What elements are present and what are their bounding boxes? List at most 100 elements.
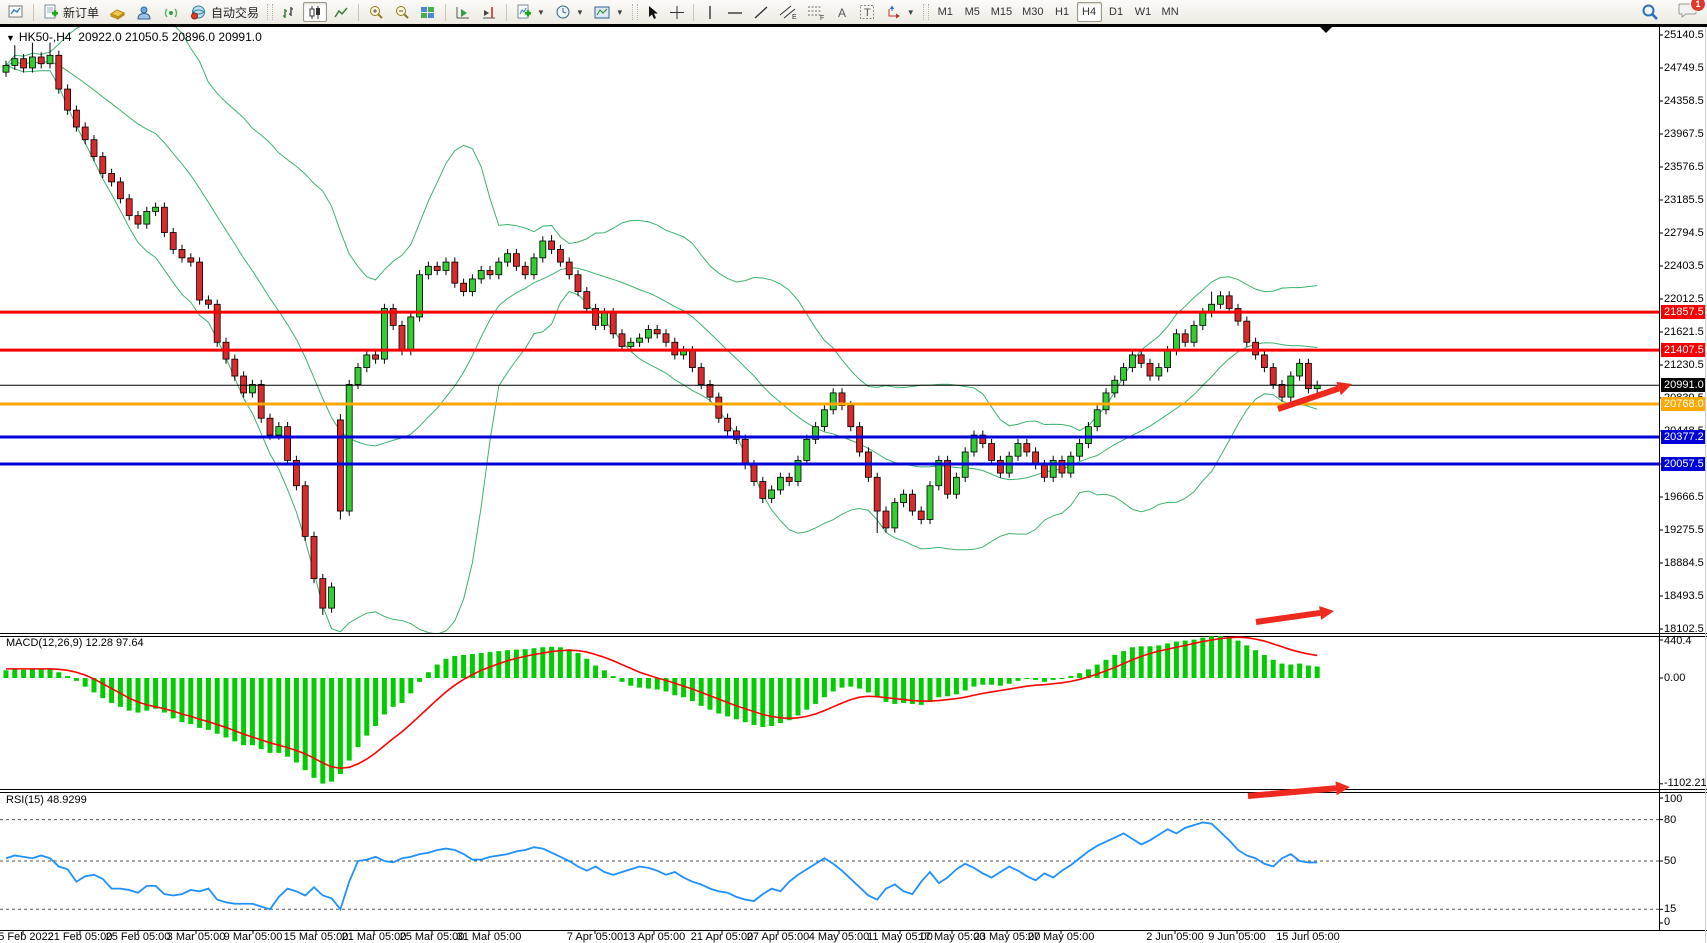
new-order-label: 新订单 [63,4,99,21]
auto-trading-button[interactable]: 自动交易 [186,2,263,22]
chart-shift-icon [481,5,497,20]
zoom-out-icon [394,4,410,20]
candlesticks [3,43,1320,615]
chart-canvas[interactable] [0,0,1707,943]
chart-window-top-border [0,24,1707,27]
text-label-tool-button[interactable]: T [855,2,880,22]
account-button[interactable] [132,2,157,22]
template-icon [594,5,611,20]
timeframe-M15[interactable]: M15 [987,2,1016,22]
signal-waves-icon [163,5,180,20]
dropdown-arrow-icon: ▼ [907,8,915,17]
svg-text:F: F [820,15,824,20]
clock-icon [555,4,571,20]
notification-badge: 1 [1690,0,1706,12]
dropdown-arrow-icon: ▼ [537,8,545,17]
crosshair-tool-button[interactable] [666,2,688,22]
bar-chart-mode-button[interactable] [277,2,301,22]
macd-signal-line [6,637,1317,768]
svg-text:A: A [838,6,846,20]
timeframe-H4[interactable]: H4 [1077,2,1102,22]
fibonacci-tool-button[interactable]: F [803,2,829,22]
gold-box-icon [109,5,126,20]
vertical-line-icon [704,5,716,20]
line-chart-mode-button[interactable] [329,2,353,22]
notifications-button[interactable]: 1 [1678,1,1698,23]
search-icon [1641,3,1659,21]
rsi-pane [0,820,1659,910]
timeframe-MN[interactable]: MN [1158,2,1183,22]
rsi-line [6,822,1317,909]
add-indicator-icon [516,4,532,20]
search-button[interactable] [1637,2,1663,22]
chart-shift-marker[interactable] [1320,27,1332,33]
text-icon: A [835,5,849,20]
zoom-in-button[interactable] [364,2,388,22]
chart-shift-button[interactable] [477,2,501,22]
annotation-arrow[interactable] [1248,781,1350,796]
horizontal-line-icon [727,5,743,20]
line-chart-icon [333,5,349,20]
zoom-in-icon [368,4,384,20]
timeframe-H1[interactable]: H1 [1050,2,1075,22]
toolbar-separator [445,4,446,21]
equidistant-channel-icon: E [779,4,797,20]
toolbar-separator [358,4,359,21]
text-tool-button[interactable]: A [831,2,853,22]
tile-windows-icon [420,5,436,20]
svg-text:T: T [864,7,871,19]
timeframe-group: M1M5M15M30H1H4D1W1MN [932,2,1184,22]
auto-trading-icon [190,5,207,20]
auto-scroll-icon [455,5,471,20]
tile-windows-button[interactable] [416,2,440,22]
auto-scroll-button[interactable] [451,2,475,22]
fibonacci-icon: F [807,4,825,20]
timeframe-M5[interactable]: M5 [960,2,985,22]
indicators-button[interactable]: ▼ [512,2,549,22]
trendline-tool-button[interactable] [749,2,773,22]
channel-tool-button[interactable]: E [775,2,801,22]
history-center-button[interactable] [105,2,130,22]
timeframe-W1[interactable]: W1 [1131,2,1156,22]
candlestick-mode-button[interactable] [303,2,327,22]
auto-trading-label: 自动交易 [211,4,259,21]
toolbar-grip [267,4,273,20]
macd-pane [4,636,1320,784]
chart-window-icon [8,4,24,20]
signal-button[interactable] [159,2,184,22]
toolbar-separator [693,4,694,21]
ohlc-bars-icon [281,5,297,20]
text-label-icon: T [859,4,876,20]
horizontal-price-lines[interactable] [0,312,1659,464]
chart-window-button[interactable] [4,2,28,22]
svg-text:E: E [792,14,797,20]
toolbar-grip [923,4,929,20]
crosshair-icon [670,5,684,20]
cursor-tool-button[interactable] [642,2,664,22]
new-order-icon [43,4,59,20]
toolbar-right-group: 1 [1636,1,1698,23]
annotation-arrow[interactable] [1256,606,1334,622]
new-order-button[interactable]: 新订单 [39,2,103,22]
zoom-out-button[interactable] [390,2,414,22]
dropdown-arrow-icon: ▼ [576,8,584,17]
horizontal-line-tool-button[interactable] [723,2,747,22]
bollinger-bands [6,5,1317,634]
toolbar-separator [506,4,507,21]
main-toolbar: 新订单 自动交易 [0,0,1707,24]
account-person-icon [136,5,153,20]
dropdown-arrow-icon: ▼ [616,8,624,17]
templates-button[interactable]: ▼ [590,2,628,22]
candlestick-icon [307,5,323,20]
timeframe-M1[interactable]: M1 [933,2,958,22]
toolbar-grip [632,4,638,20]
shapes-arrows-icon [886,5,902,20]
timeframe-D1[interactable]: D1 [1104,2,1129,22]
timeframe-M30[interactable]: M30 [1018,2,1047,22]
trendline-icon [753,5,769,20]
periods-button[interactable]: ▼ [551,2,588,22]
arrows-tool-button[interactable]: ▼ [882,2,919,22]
toolbar-separator [33,4,34,21]
vertical-line-tool-button[interactable] [699,2,721,22]
cursor-icon [646,5,660,20]
